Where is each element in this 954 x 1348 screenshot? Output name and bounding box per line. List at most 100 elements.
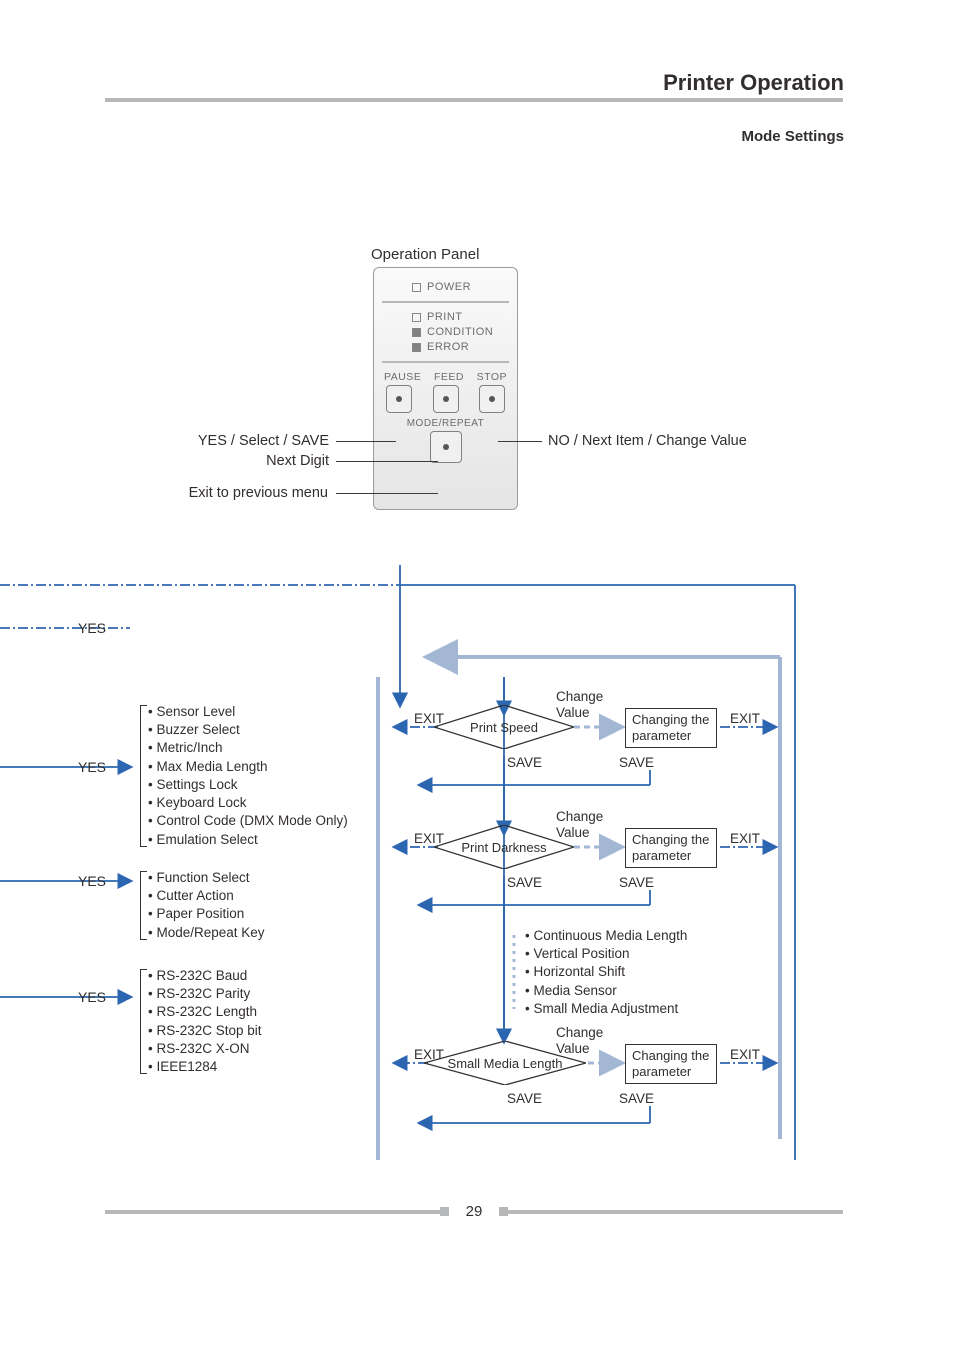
exit-label: EXIT bbox=[414, 1047, 444, 1062]
save-label: SAVE bbox=[619, 1091, 654, 1106]
list-item: RS-232C Stop bit bbox=[148, 1022, 262, 1040]
change-label-l2: Value bbox=[556, 1041, 590, 1056]
list-item: Small Media Adjustment bbox=[525, 1000, 687, 1018]
callout-line bbox=[498, 441, 542, 442]
pause-label: PAUSE bbox=[384, 371, 421, 383]
list-item: Cutter Action bbox=[148, 887, 265, 905]
mode-repeat-button[interactable] bbox=[430, 431, 462, 463]
changing-parameter-l2: parameter bbox=[632, 1064, 691, 1079]
exit-label: EXIT bbox=[730, 831, 760, 846]
stop-label: STOP bbox=[477, 371, 507, 383]
list-item: Media Sensor bbox=[525, 982, 687, 1000]
flowchart: YES YES YES YES Sensor Level Buzzer Sele… bbox=[0, 565, 830, 1265]
yes-label: YES bbox=[78, 759, 106, 775]
led-print: PRINT bbox=[412, 311, 509, 323]
save-label: SAVE bbox=[507, 875, 542, 890]
led-condition-label: CONDITION bbox=[427, 326, 493, 338]
feed-label: FEED bbox=[434, 371, 464, 383]
bracket-icon bbox=[140, 969, 147, 1074]
change-label-l2: Value bbox=[556, 705, 590, 720]
list-item: Buzzer Select bbox=[148, 721, 348, 739]
diamond-label: Print Speed bbox=[434, 705, 574, 749]
led-error: ERROR bbox=[412, 341, 509, 353]
footer: 29 bbox=[105, 1203, 843, 1220]
flow-lines bbox=[0, 565, 830, 1265]
save-label: SAVE bbox=[619, 875, 654, 890]
changing-parameter-l2: parameter bbox=[632, 728, 691, 743]
mode-button-row bbox=[382, 431, 509, 463]
dot-icon bbox=[443, 396, 449, 402]
led-error-icon bbox=[412, 343, 421, 352]
panel-divider bbox=[382, 301, 509, 303]
bracket-icon bbox=[140, 871, 147, 940]
change-label-l1: Change bbox=[556, 809, 603, 824]
list-item: Control Code (DMX Mode Only) bbox=[148, 812, 348, 830]
list-item: Horizontal Shift bbox=[525, 963, 687, 981]
led-power-icon bbox=[412, 283, 421, 292]
changing-parameter-l1: Changing the bbox=[632, 832, 709, 847]
change-label-l1: Change bbox=[556, 689, 603, 704]
callout-line bbox=[336, 461, 438, 462]
panel-divider-2 bbox=[382, 361, 509, 363]
save-label: SAVE bbox=[507, 1091, 542, 1106]
callout-line bbox=[336, 493, 438, 494]
led-print-label: PRINT bbox=[427, 311, 463, 323]
yes-label: YES bbox=[78, 873, 106, 889]
stop-button[interactable] bbox=[479, 385, 505, 413]
list-item: Metric/Inch bbox=[148, 739, 348, 757]
changing-parameter-l1: Changing the bbox=[632, 1048, 709, 1063]
list-item: Continuous Media Length bbox=[525, 927, 687, 945]
change-label-l1: Change bbox=[556, 1025, 603, 1040]
led-power-label: POWER bbox=[427, 281, 471, 293]
changing-parameter-box: Changing the parameter bbox=[625, 1044, 717, 1084]
save-label: SAVE bbox=[507, 755, 542, 770]
param-list-b: Function Select Cutter Action Paper Posi… bbox=[148, 869, 265, 942]
callout-next-digit: Next Digit bbox=[195, 453, 329, 469]
list-item: RS-232C Length bbox=[148, 1003, 262, 1021]
pause-button[interactable] bbox=[386, 385, 412, 413]
change-label-l2: Value bbox=[556, 825, 590, 840]
diamond-print-speed: Print Speed bbox=[434, 705, 574, 749]
list-item: RS-232C Baud bbox=[148, 967, 262, 985]
led-condition-icon bbox=[412, 328, 421, 337]
param-list-c: RS-232C Baud RS-232C Parity RS-232C Leng… bbox=[148, 967, 262, 1076]
list-item: IEEE1284 bbox=[148, 1058, 262, 1076]
list-item: Settings Lock bbox=[148, 776, 348, 794]
changing-parameter-box: Changing the parameter bbox=[625, 828, 717, 868]
bracket-icon bbox=[140, 705, 147, 847]
list-item: Emulation Select bbox=[148, 831, 348, 849]
list-item: Mode/Repeat Key bbox=[148, 924, 265, 942]
dot-icon bbox=[396, 396, 402, 402]
param-list-a: Sensor Level Buzzer Select Metric/Inch M… bbox=[148, 703, 348, 849]
exit-label: EXIT bbox=[414, 711, 444, 726]
changing-parameter-box: Changing the parameter bbox=[625, 708, 717, 748]
button-row-labels: PAUSE FEED STOP bbox=[382, 371, 509, 383]
exit-label: EXIT bbox=[414, 831, 444, 846]
panel-label: Operation Panel bbox=[371, 246, 479, 263]
list-item: RS-232C Parity bbox=[148, 985, 262, 1003]
list-item: Keyboard Lock bbox=[148, 794, 348, 812]
footer-rule bbox=[105, 1210, 441, 1214]
header-rule bbox=[105, 98, 843, 102]
list-item: Paper Position bbox=[148, 905, 265, 923]
dot-icon bbox=[489, 396, 495, 402]
diamond-print-darkness: Print Darkness bbox=[434, 825, 574, 869]
exit-label: EXIT bbox=[730, 1047, 760, 1062]
save-label: SAVE bbox=[619, 755, 654, 770]
yes-label: YES bbox=[78, 989, 106, 1005]
led-print-icon bbox=[412, 313, 421, 322]
list-item: Vertical Position bbox=[525, 945, 687, 963]
yes-label: YES bbox=[78, 620, 106, 636]
led-power: POWER bbox=[412, 281, 509, 293]
changing-parameter-l2: parameter bbox=[632, 848, 691, 863]
section-title: Mode Settings bbox=[741, 128, 844, 145]
list-item: Max Media Length bbox=[148, 758, 348, 776]
list-item: RS-232C X-ON bbox=[148, 1040, 262, 1058]
page-title: Printer Operation bbox=[663, 70, 844, 96]
dot-icon bbox=[443, 444, 449, 450]
exit-label: EXIT bbox=[730, 711, 760, 726]
feed-button[interactable] bbox=[433, 385, 459, 413]
callout-yes-select-save: YES / Select / SAVE bbox=[195, 433, 329, 449]
changing-parameter-l1: Changing the bbox=[632, 712, 709, 727]
led-error-label: ERROR bbox=[427, 341, 469, 353]
